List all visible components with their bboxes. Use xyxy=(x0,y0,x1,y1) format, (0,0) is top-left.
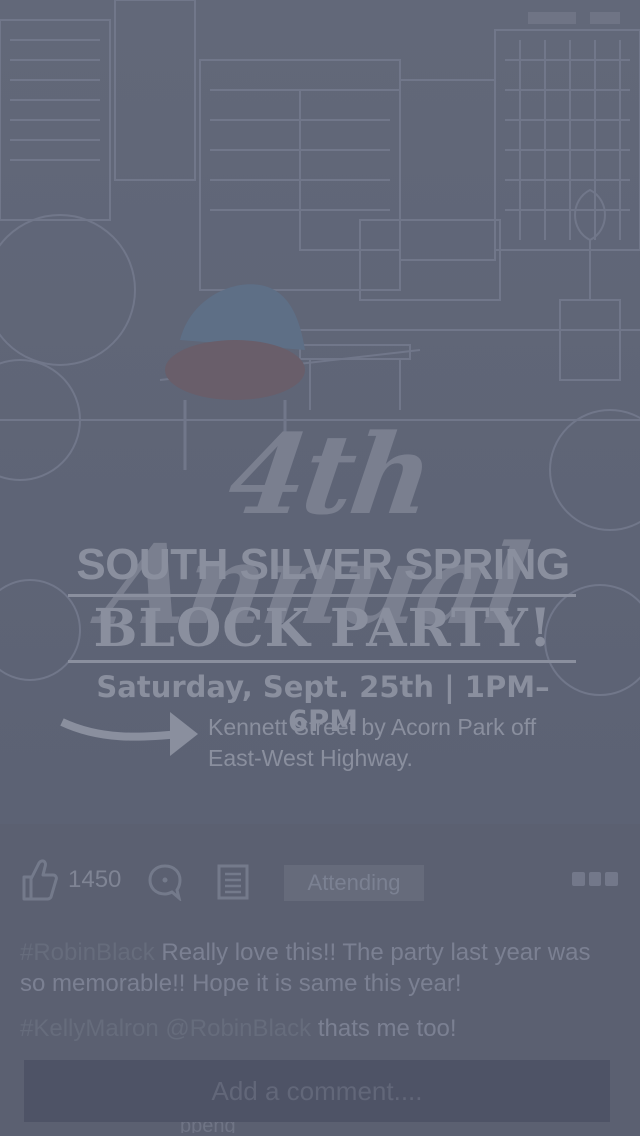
list-icon[interactable] xyxy=(214,862,252,902)
more-icon[interactable] xyxy=(572,872,619,886)
comment-item: #KellyMalron @RobinBlack thats me too! xyxy=(20,1013,620,1044)
like-icon[interactable] xyxy=(18,856,60,902)
event-poster[interactable]: 4th Annual SOUTH SILVER SPRING BLOCK PAR… xyxy=(0,0,640,824)
comment-icon[interactable] xyxy=(146,862,184,902)
comment-item: #RobinBlack Really love this!! The party… xyxy=(20,937,620,999)
like-count: 1450 xyxy=(68,866,122,893)
more-dot xyxy=(572,872,585,886)
status-bar-block xyxy=(528,12,576,24)
comment-text: thats me too! xyxy=(311,1015,457,1042)
add-comment-input[interactable]: Add a comment.... xyxy=(24,1060,610,1122)
poster-divider xyxy=(68,594,576,597)
poster-main-title: SOUTH SILVER SPRING xyxy=(76,540,570,589)
comment-mention[interactable]: #RobinBlack xyxy=(20,939,155,966)
poster-location: Kennett Street by Acorn Park off East-We… xyxy=(208,714,537,771)
post-details-panel: 1450 Attending #RobinBlack Really love t… xyxy=(0,824,640,1136)
attending-button[interactable]: Attending xyxy=(284,865,424,901)
more-dot xyxy=(605,872,619,886)
comment-mention[interactable]: #KellyMalron @RobinBlack xyxy=(20,1015,311,1042)
poster-divider xyxy=(68,660,576,663)
more-dot xyxy=(588,872,602,886)
battery-icon xyxy=(590,12,620,24)
poster-event-title: BLOCK PARTY! xyxy=(93,598,553,659)
